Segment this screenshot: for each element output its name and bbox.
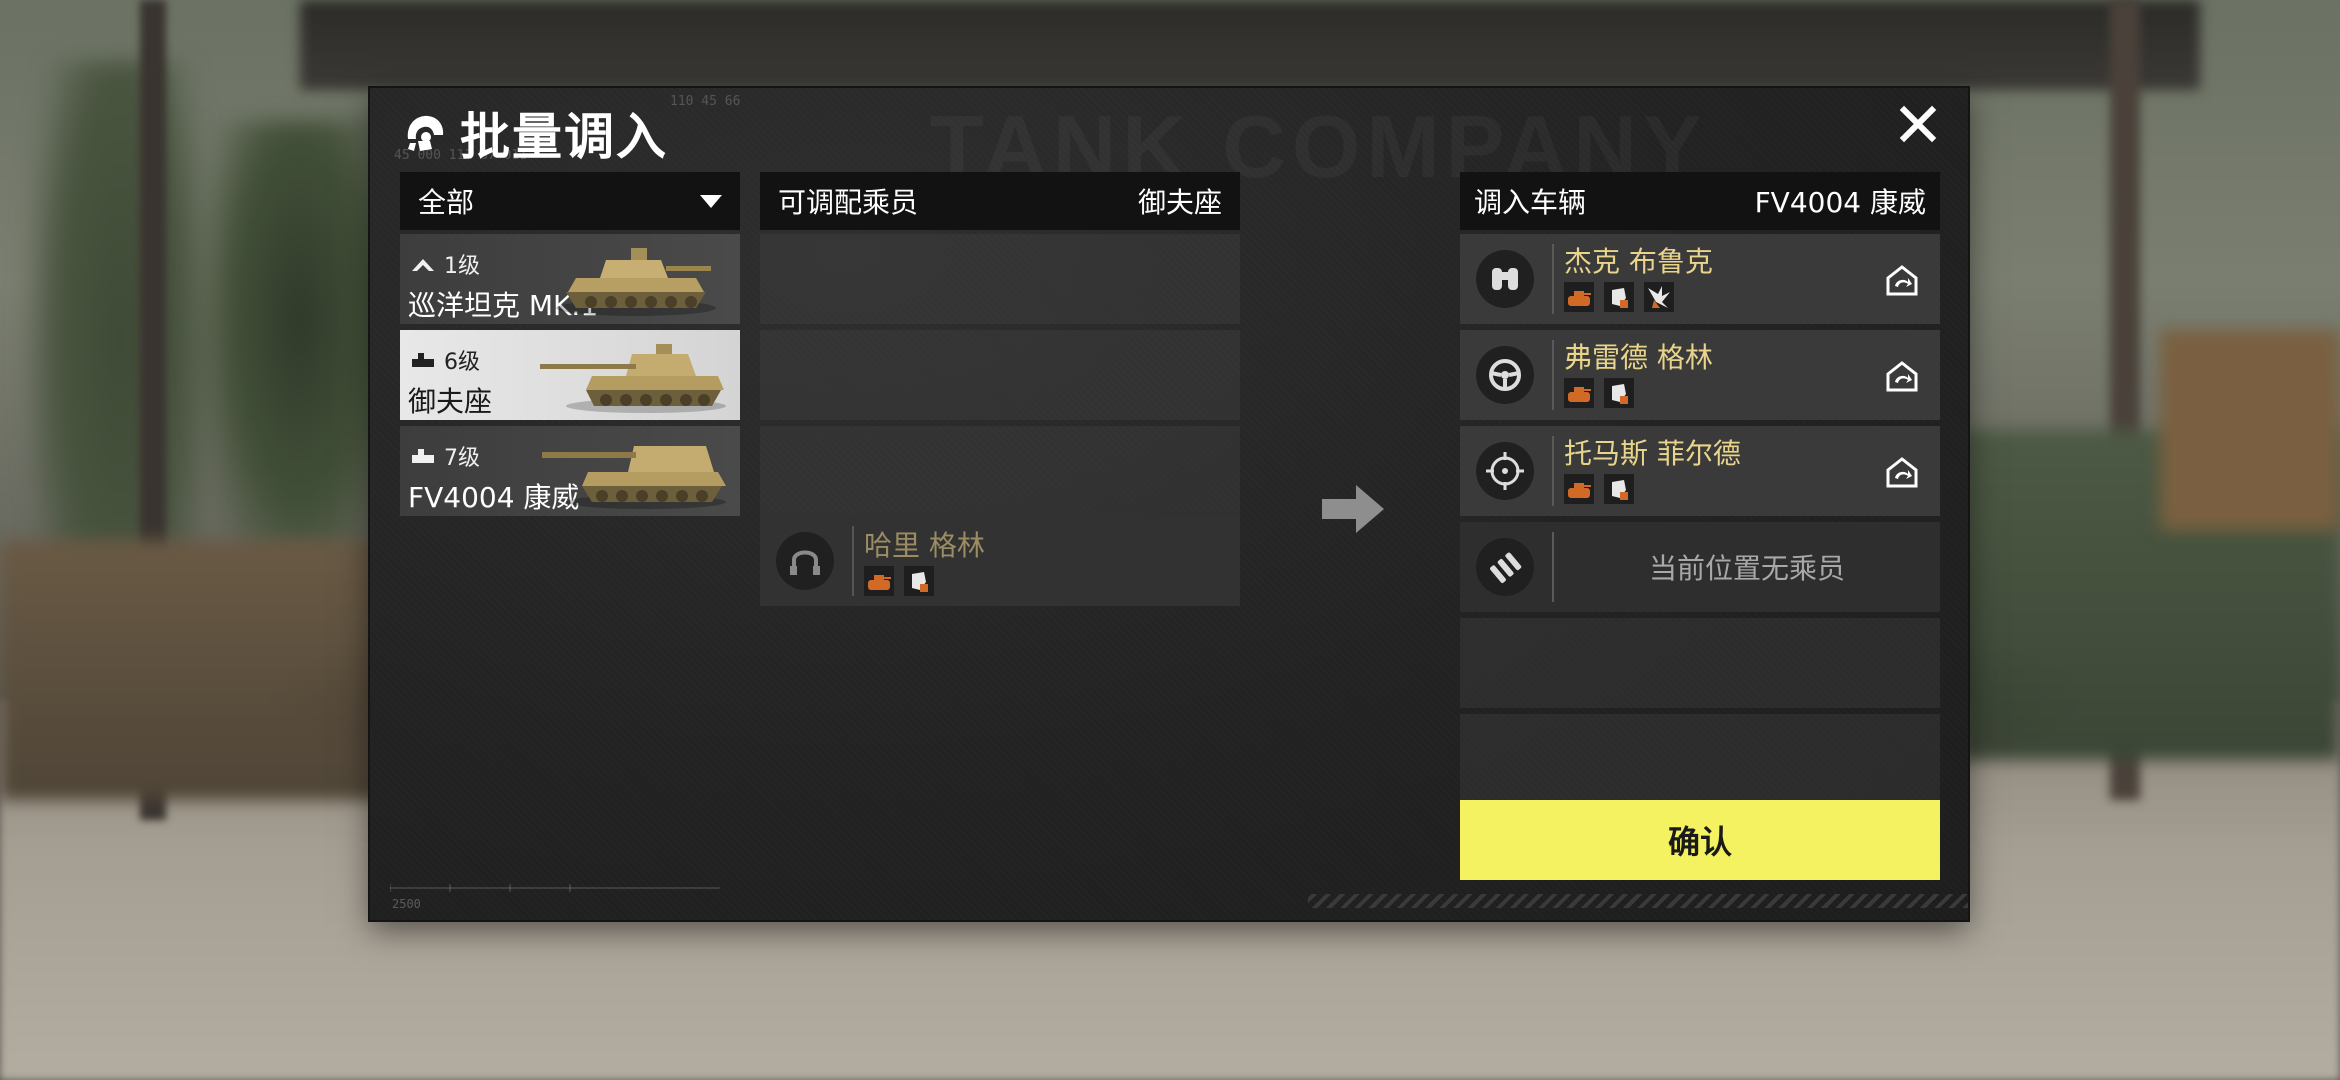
- divider: [852, 526, 854, 596]
- empty-crew-slot: [1460, 618, 1940, 708]
- divider: [1552, 436, 1554, 506]
- dialog-title-row: 批量调入: [400, 96, 668, 170]
- crosshair-icon: [1476, 442, 1534, 500]
- filter-label: 全部: [418, 186, 475, 219]
- vehicle-tier: 1级: [410, 248, 480, 280]
- crew-slot-loader-empty[interactable]: 当前位置无乘员: [1460, 522, 1940, 612]
- swap-crew-icon[interactable]: [1884, 262, 1920, 298]
- vehicle-item[interactable]: 1级 巡洋坦克 MK.1: [400, 234, 740, 324]
- decorative-ruler: 2500: [390, 884, 720, 911]
- vehicle-item[interactable]: 7级 FV4004 康威: [400, 426, 740, 516]
- tank-image: [542, 446, 726, 509]
- crew-slot-gunner[interactable]: 托马斯 菲尔德: [1460, 426, 1940, 516]
- swap-crew-icon[interactable]: [1884, 454, 1920, 490]
- skill-fist-icon: [1604, 474, 1634, 504]
- steering-wheel-icon: [1476, 346, 1534, 404]
- crew-skills: [1564, 474, 1644, 504]
- vehicle-item-selected[interactable]: 6级 御夫座: [400, 330, 740, 420]
- deco-code: 110 45 66: [670, 94, 741, 109]
- rank-chevron-icon: [412, 259, 434, 271]
- vehicle-tier-label: 6级: [444, 350, 480, 375]
- rank-bar-icon: [412, 353, 434, 367]
- skill-tank-icon: [1564, 282, 1594, 312]
- binoculars-icon: [1476, 250, 1534, 308]
- crew-skills: [1564, 282, 1684, 312]
- confirm-button-label: 确认: [1667, 823, 1732, 861]
- crew-name: 托马斯 菲尔德: [1564, 437, 1741, 470]
- dialog-title: 批量调入: [460, 108, 668, 166]
- swap-crew-icon[interactable]: [1884, 358, 1920, 394]
- skill-fist-icon: [1604, 378, 1634, 408]
- empty-crew-slot: [760, 330, 1240, 420]
- skill-tank-icon: [1564, 474, 1594, 504]
- empty-crew-slot: [760, 234, 1240, 324]
- divider: [1552, 244, 1554, 314]
- ammo-icon: [1476, 538, 1534, 596]
- skill-tank-icon: [864, 566, 894, 596]
- vehicle-tier: 7级: [410, 440, 480, 472]
- transfer-title: 调入车辆: [1474, 186, 1587, 219]
- crew-slot-driver[interactable]: 弗雷德 格林: [1460, 330, 1940, 420]
- empty-crew-slot: [760, 426, 1240, 516]
- batch-transfer-dialog: TANK COMPANY 110 45 66 45 000 111 87 011…: [370, 88, 1968, 920]
- skill-tank-icon: [1564, 378, 1594, 408]
- headset-icon: [776, 532, 834, 590]
- crew-skills: [1564, 378, 1644, 408]
- vehicle-tier-label: 7级: [444, 446, 480, 471]
- ruler-label: 2500: [392, 897, 421, 911]
- tank-image: [556, 248, 716, 316]
- transfer-vehicle: FV4004 康威: [1754, 186, 1926, 219]
- chevron-down-icon: [700, 194, 722, 208]
- crew-card[interactable]: 哈里 格林: [760, 516, 1240, 606]
- arrow-right-icon: [1322, 485, 1384, 533]
- available-crew-vehicle: 御夫座: [1137, 186, 1222, 219]
- skill-fist-icon: [1604, 282, 1634, 312]
- close-icon[interactable]: [1898, 104, 1938, 144]
- crew-name: 杰克 布鲁克: [1564, 245, 1713, 278]
- confirm-button[interactable]: 确认: [1460, 800, 1940, 880]
- decorative-stripe: [1308, 894, 1968, 908]
- empty-crew-slot: [1460, 714, 1940, 804]
- available-crew-header: 可调配乘员 御夫座: [760, 172, 1240, 230]
- crew-slot-commander[interactable]: 杰克 布鲁克: [1460, 234, 1940, 324]
- tank-image: [540, 344, 726, 413]
- skill-fist-icon: [904, 566, 934, 596]
- crew-skills: [864, 566, 944, 596]
- vehicle-tier: 6级: [410, 344, 480, 376]
- empty-slot-message: 当前位置无乘员: [1648, 552, 1845, 585]
- vehicle-name: 御夫座: [408, 385, 493, 418]
- skill-burst-icon: [1644, 282, 1674, 312]
- rank-bar-icon: [412, 449, 434, 463]
- vehicle-tier-label: 1级: [444, 254, 480, 279]
- scene-crates: [2160, 330, 2340, 530]
- scene-roof: [300, 0, 2200, 90]
- crew-name: 弗雷德 格林: [1564, 341, 1713, 374]
- divider: [1552, 340, 1554, 410]
- transfer-vehicle-header: 调入车辆 FV4004 康威: [1460, 172, 1940, 230]
- crew-helmet-icon: [407, 115, 444, 151]
- vehicle-filter-dropdown[interactable]: 全部: [400, 172, 740, 230]
- crew-name: 哈里 格林: [864, 529, 985, 562]
- available-crew-title: 可调配乘员: [778, 186, 919, 219]
